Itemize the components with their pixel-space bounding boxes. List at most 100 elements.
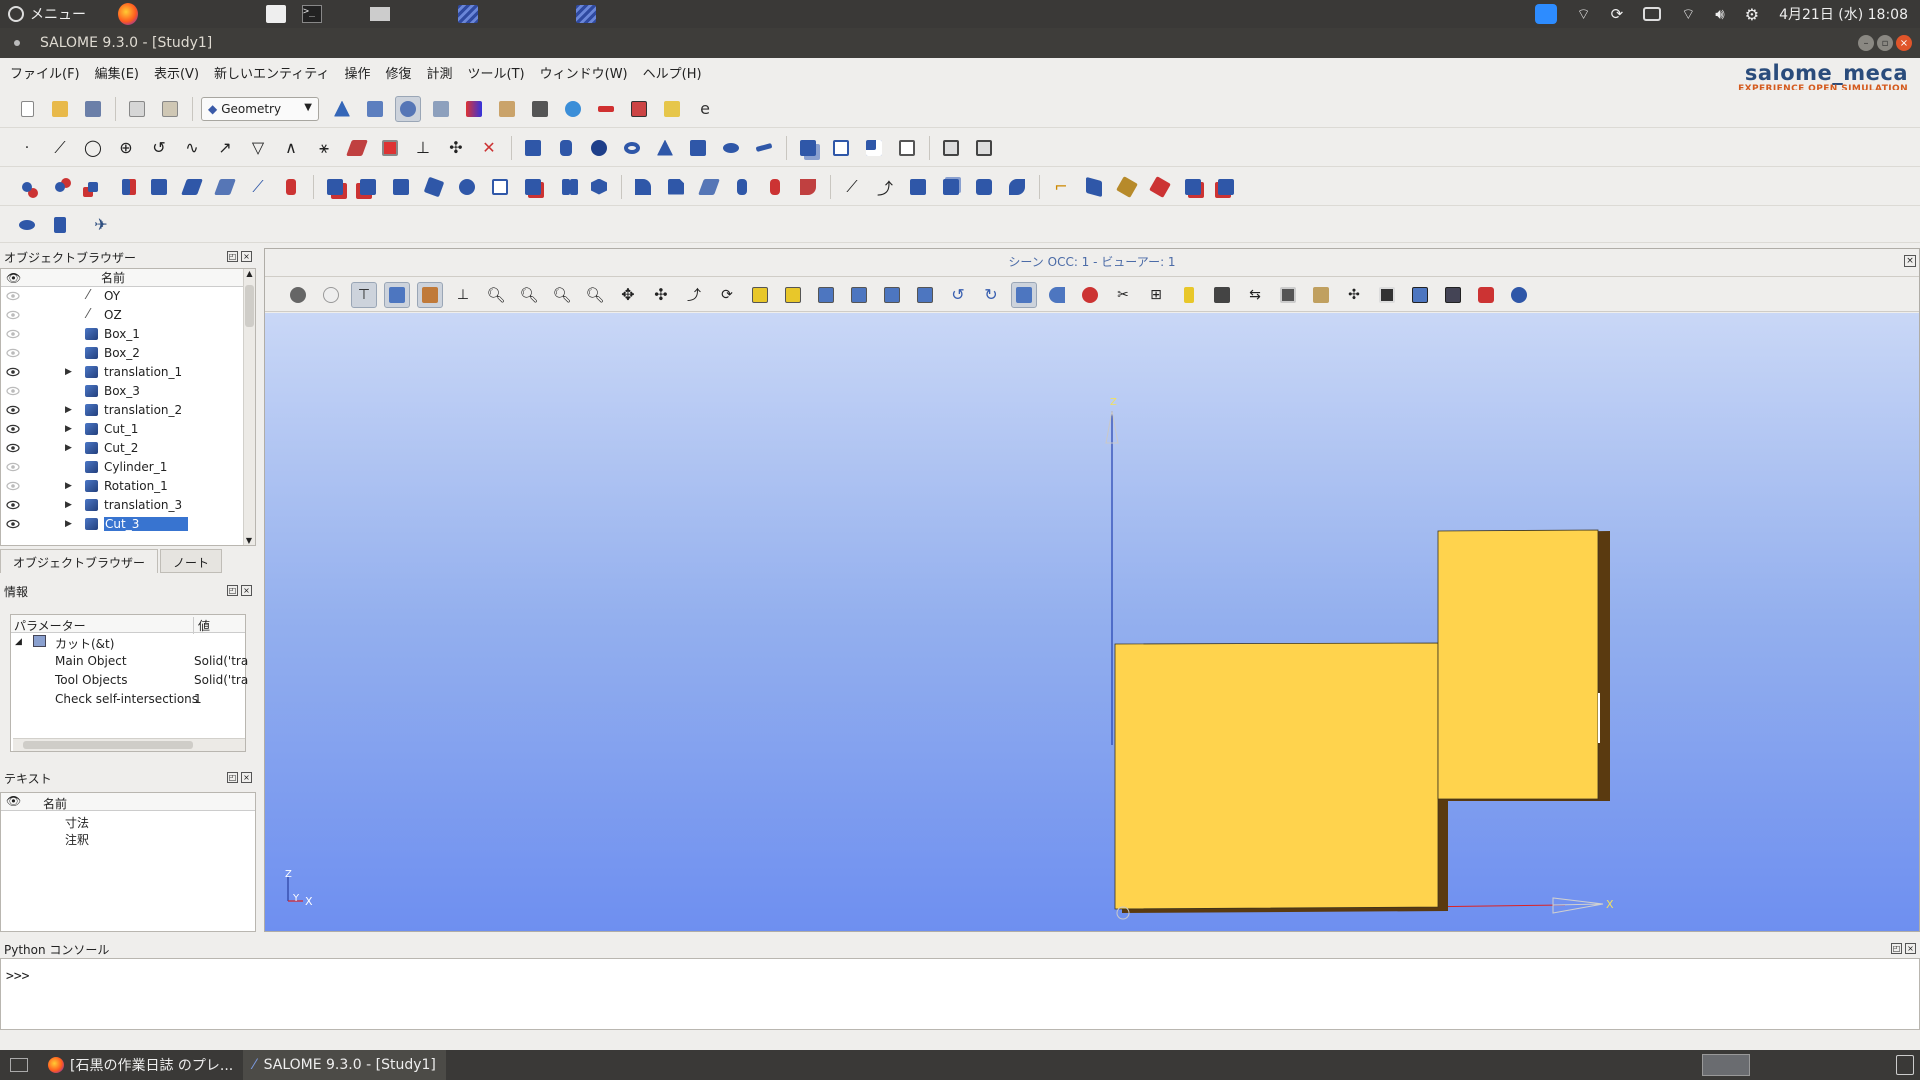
- clone-view-icon[interactable]: [1275, 282, 1301, 308]
- extrusion-cut-icon[interactable]: [729, 174, 755, 200]
- translation-icon[interactable]: [388, 174, 414, 200]
- circle-icon[interactable]: ◯: [80, 135, 106, 161]
- scroll-down-icon[interactable]: ▼: [244, 536, 254, 545]
- edge-icon[interactable]: ⟋: [245, 174, 271, 200]
- python-console[interactable]: >>>: [0, 958, 1920, 1030]
- info-horizontal-scrollbar[interactable]: [13, 738, 245, 751]
- torus-icon[interactable]: [619, 135, 645, 161]
- close-panel-icon[interactable]: ×: [241, 772, 252, 783]
- rotation-icon[interactable]: [421, 174, 447, 200]
- measure-angle-icon[interactable]: ⤴: [872, 174, 898, 200]
- chamfer-icon[interactable]: [663, 174, 689, 200]
- files-app-icon[interactable]: [266, 4, 286, 24]
- window-menu-dot-icon[interactable]: [14, 40, 20, 46]
- view-left-icon[interactable]: [879, 282, 905, 308]
- yacs-icon[interactable]: [494, 96, 520, 122]
- expand-down-icon[interactable]: ◢: [15, 637, 22, 647]
- graduated-axes-icon[interactable]: [1176, 282, 1202, 308]
- tree-item-translation_2[interactable]: ▶ translation_2: [1, 401, 255, 420]
- filling-icon[interactable]: [80, 174, 106, 200]
- taskbar-item-salome[interactable]: ⁄ SALOME 9.3.0 - [Study1]: [243, 1050, 446, 1080]
- section-icon[interactable]: [894, 135, 920, 161]
- info-tree[interactable]: パラメーター 値 ◢ カット(&t) Main Object Solid('tr…: [10, 614, 248, 752]
- fillet-icon[interactable]: [630, 174, 656, 200]
- mail-app-icon[interactable]: [370, 4, 390, 24]
- extrusion-icon[interactable]: [14, 174, 40, 200]
- eye-open-icon[interactable]: [6, 423, 20, 435]
- glue-icon[interactable]: [355, 174, 381, 200]
- eye-open-icon[interactable]: [6, 442, 20, 454]
- 3d-viewport[interactable]: Z X Z Y X: [265, 313, 1919, 931]
- param-column-header[interactable]: パラメーター: [14, 617, 86, 634]
- fast-intersect-icon[interactable]: [1180, 174, 1206, 200]
- bounding-box-icon[interactable]: [1004, 174, 1030, 200]
- visibility-column-eye-icon[interactable]: 👁︎: [1, 271, 25, 285]
- zoom-tray-icon[interactable]: [1534, 4, 1557, 24]
- eficas-icon[interactable]: [659, 96, 685, 122]
- tree-item-translation_3[interactable]: ▶ translation_3: [1, 496, 255, 515]
- show-desktop-icon[interactable]: [0, 1050, 38, 1080]
- eye-hidden-icon[interactable]: [6, 461, 20, 473]
- save-icon[interactable]: [80, 96, 106, 122]
- e-icon[interactable]: e: [692, 96, 718, 122]
- line-icon[interactable]: ⟋: [47, 135, 73, 161]
- eye-open-icon[interactable]: [6, 366, 20, 378]
- info-row[interactable]: Tool Objects Solid('tra: [11, 671, 248, 690]
- menu-new-entity[interactable]: 新しいエンティティ: [214, 63, 329, 82]
- scaling-icon[interactable]: ⊞: [1143, 282, 1169, 308]
- settings-gear-icon[interactable]: ⚙: [1745, 5, 1759, 24]
- expand-arrow-icon[interactable]: ▶: [65, 500, 72, 510]
- view-back-icon[interactable]: [780, 282, 806, 308]
- network-icon[interactable]: ⌔: [1681, 5, 1695, 24]
- object-browser-tree[interactable]: 👁︎ 名前 ⁄ OY ⁄ OZ Box_1 Box_2 ▶ translation_1 Box_…: [0, 268, 256, 546]
- background-icon[interactable]: [1308, 282, 1334, 308]
- partition-icon[interactable]: [322, 174, 348, 200]
- view-front-icon[interactable]: [747, 282, 773, 308]
- dynamic-selection-icon[interactable]: [417, 281, 443, 308]
- measure-volume-icon[interactable]: [938, 174, 964, 200]
- fuse-icon[interactable]: [795, 135, 821, 161]
- view-right-icon[interactable]: [912, 282, 938, 308]
- light-source-icon[interactable]: [1407, 282, 1433, 308]
- salome-app-icon[interactable]: [458, 4, 478, 24]
- dump-view-icon[interactable]: [285, 282, 311, 308]
- env-texture-icon[interactable]: [1374, 282, 1400, 308]
- ambient-light-icon[interactable]: [1209, 282, 1235, 308]
- ellipse-icon[interactable]: ⊕: [113, 135, 139, 161]
- viewer-close-icon[interactable]: ×: [1904, 255, 1916, 267]
- airplane-icon[interactable]: ✈: [88, 212, 114, 238]
- texture-icon[interactable]: [971, 135, 997, 161]
- visibility-eye-icon[interactable]: 👁︎: [6, 794, 21, 808]
- cut-icon[interactable]: [861, 135, 887, 161]
- stereo-icon[interactable]: [1077, 282, 1103, 308]
- interaction-style-icon[interactable]: ⊤: [351, 281, 377, 308]
- tree-item-box_2[interactable]: Box_2: [1, 344, 255, 363]
- globe-icon[interactable]: [560, 96, 586, 122]
- info-row[interactable]: Main Object Solid('tra: [11, 652, 248, 671]
- float-icon[interactable]: ◰: [227, 772, 238, 783]
- view-top-icon[interactable]: [813, 282, 839, 308]
- thickness-icon[interactable]: [146, 174, 172, 200]
- keyboard-icon[interactable]: [1643, 7, 1662, 21]
- multi-translation-icon[interactable]: [553, 174, 579, 200]
- scroll-thumb[interactable]: [23, 741, 193, 749]
- open-folder-icon[interactable]: [47, 96, 73, 122]
- chamfer-3d-icon[interactable]: [795, 174, 821, 200]
- close-panel-icon[interactable]: ×: [241, 585, 252, 596]
- global-pan-icon[interactable]: ✣: [648, 282, 674, 308]
- expand-arrow-icon[interactable]: ▶: [65, 481, 72, 491]
- zoom-icon[interactable]: 🔍︎: [582, 282, 608, 308]
- geometry-module-icon[interactable]: [395, 95, 421, 122]
- fillet-1d-icon[interactable]: [762, 174, 788, 200]
- sphere-view-icon[interactable]: [1506, 282, 1532, 308]
- clipping-icon[interactable]: ✂: [1110, 282, 1136, 308]
- expand-arrow-icon[interactable]: ▶: [65, 519, 72, 529]
- check-intersections-icon[interactable]: [1147, 174, 1173, 200]
- projection-mode-icon[interactable]: [1044, 282, 1070, 308]
- sphere-icon[interactable]: [586, 135, 612, 161]
- tree-item-box_1[interactable]: Box_1: [1, 325, 255, 344]
- volume-icon[interactable]: 🔊︎: [1715, 5, 1724, 23]
- rectangle-icon[interactable]: [685, 135, 711, 161]
- menu-file[interactable]: ファイル(F): [10, 63, 80, 82]
- expand-arrow-icon[interactable]: ▶: [65, 367, 72, 377]
